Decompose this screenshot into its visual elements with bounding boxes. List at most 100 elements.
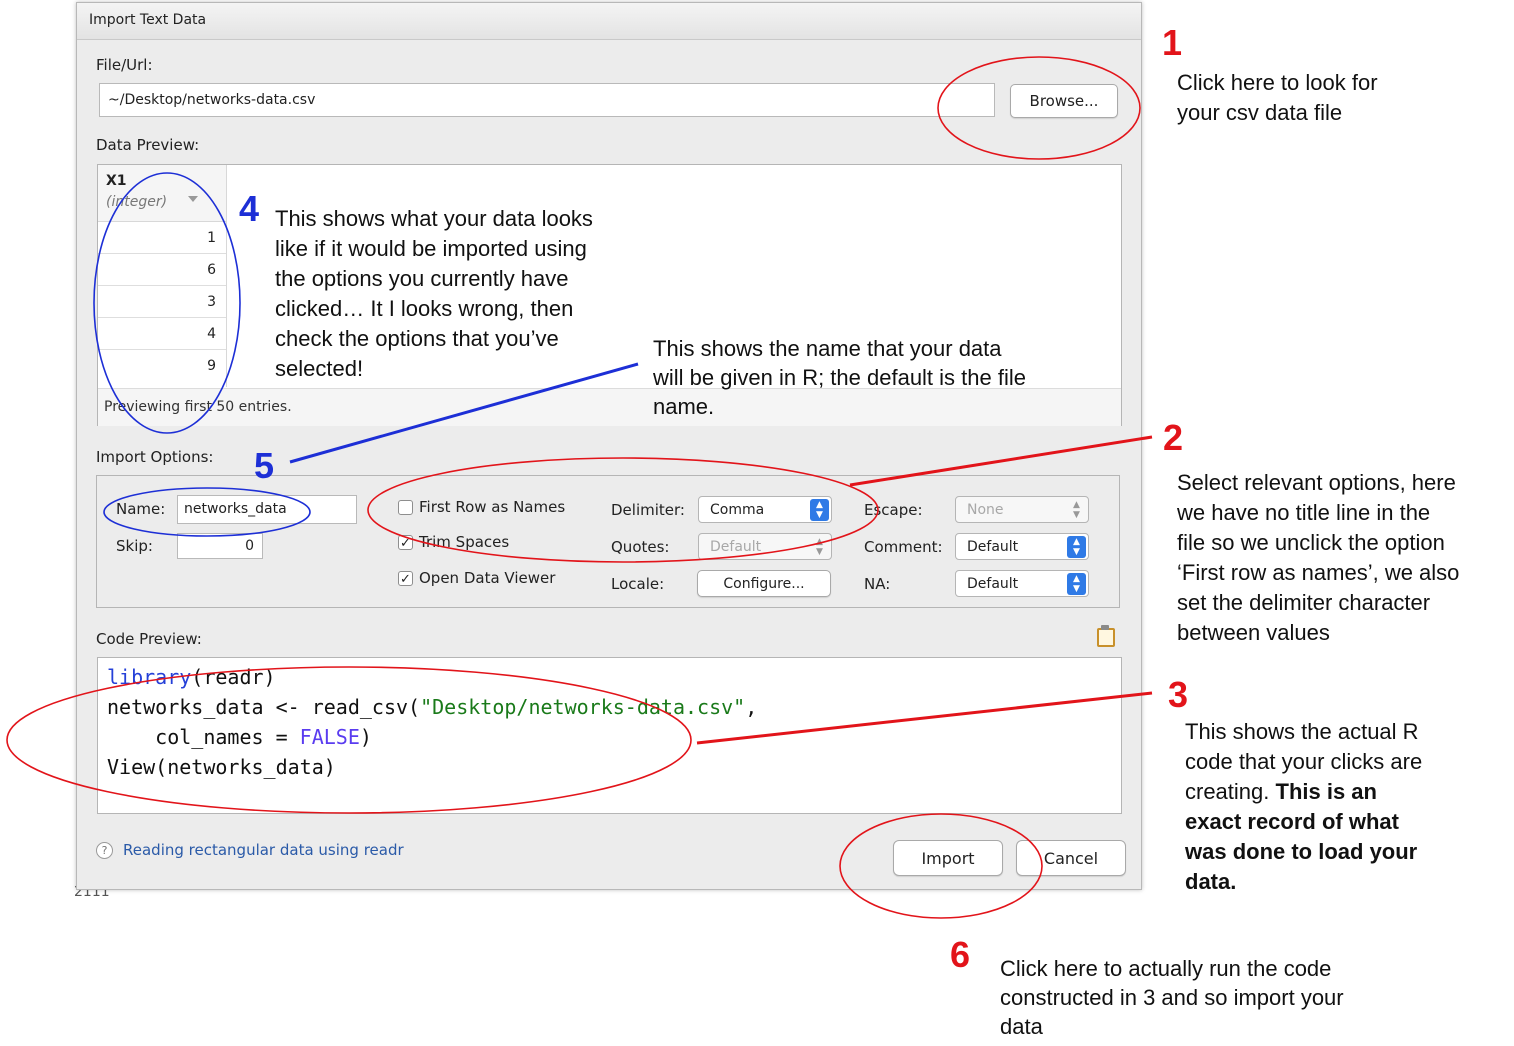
data-preview-label: Data Preview: [96,136,200,154]
annotation-line: your csv data file [1177,100,1343,125]
annotation-bold: This is an [1275,779,1377,804]
annotation-line: Select relevant options, here [1177,470,1456,495]
annotation-line: This shows the actual R [1185,719,1419,744]
locale-label: Locale: [611,575,665,593]
annotation-line: code that your clicks are [1185,749,1423,774]
quotes-select[interactable]: Default ▲ ▼ [698,533,832,560]
cancel-button[interactable]: Cancel [1016,840,1126,876]
na-label: NA: [864,575,891,593]
select-arrows-icon: ▲ ▼ [810,499,829,521]
annotation-line: selected! [275,356,364,381]
code-constant: FALSE [299,725,360,749]
table-row: 1 [98,222,226,254]
annotation-line: Click here to actually run the code [1000,956,1332,981]
open-data-viewer-label: Open Data Viewer [419,569,556,587]
select-arrows-icon: ▲ ▼ [816,537,823,557]
trim-spaces-label: Trim Spaces [419,533,510,551]
name-label: Name: [116,500,166,518]
annotation-bold-line: data. [1185,869,1237,894]
comment-label: Comment: [864,538,943,556]
quotes-value: Default [710,538,762,555]
annotation-6-text: Click here to actually run the code cons… [1000,954,1344,1041]
annotation-line: data [1000,1014,1043,1039]
first-row-names-label: First Row as Names [419,498,566,516]
code-preview-label: Code Preview: [96,630,202,648]
quotes-label: Quotes: [611,538,670,556]
annotation-number-5: 5 [254,445,275,486]
code-line-4: View(networks_data) [107,755,336,779]
code-line-2: networks_data <- read_csv("Desktop/netwo… [107,695,757,719]
annotation-3-text: This shows the actual R code that your c… [1185,717,1422,897]
code-text: col_names = [107,725,300,749]
name-input[interactable]: networks_data [177,495,357,524]
escape-value: None [967,501,1004,518]
annotation-5-text: This shows the name that your data will … [653,334,1026,421]
skip-value: 0 [245,538,254,554]
file-url-value: ~/Desktop/networks-data.csv [108,92,316,108]
comment-select[interactable]: Default ▲ ▼ [955,533,1089,560]
select-arrows-icon: ▲ ▼ [1067,536,1086,558]
column-type: (integer) [106,194,168,210]
table-row: 4 [98,318,226,350]
column-header[interactable]: X1 (integer) [98,165,226,222]
annotation-line: clicked… It I looks wrong, then [275,296,574,321]
import-button[interactable]: Import [893,840,1003,876]
annotation-4-text: This shows what your data looks like if … [275,204,593,384]
file-url-input[interactable]: ~/Desktop/networks-data.csv [99,83,995,117]
skip-input[interactable]: 0 [177,533,263,559]
open-data-viewer-checkbox[interactable]: ✓ [398,571,413,586]
select-arrows-icon: ▲ ▼ [1073,500,1080,520]
annotation-line: name. [653,394,715,419]
skip-label: Skip: [116,537,153,555]
annotation-line: Click here to look for [1177,70,1378,95]
code-text: ) [359,725,372,749]
annotation-bold-line: exact record of what [1185,809,1399,834]
annotation-bold-line: was done to load your [1185,839,1418,864]
code-text: (readr) [191,665,276,689]
annotation-line: like if it would be imported using [275,236,587,261]
annotation-line-mixed: creating. This is an [1185,777,1422,807]
table-row: 3 [98,286,226,318]
code-string: "Desktop/networks-data.csv" [420,695,746,719]
annotation-2-text: Select relevant options, here we have no… [1177,468,1459,648]
annotation-line: the options you currently have [275,266,569,291]
annotation-line: set the delimiter character [1177,590,1431,615]
annotation-number-3: 3 [1168,674,1189,715]
chevron-down-icon[interactable] [188,196,198,202]
select-arrows-icon: ▲ ▼ [1067,573,1086,595]
help-icon[interactable]: ? [96,842,113,859]
table-row: 6 [98,254,226,286]
first-row-names-checkbox[interactable] [398,500,413,515]
code-line-1: library(readr) [107,665,276,689]
code-function: library [107,665,192,689]
annotation-number-4: 4 [239,188,260,229]
annotation-line: between values [1177,620,1330,645]
annotation-number-2: 2 [1163,417,1184,458]
annotation-line: This shows the name that your data [653,336,1002,361]
code-line-3: col_names = FALSE) [107,725,372,749]
trim-spaces-checkbox[interactable]: ✓ [398,535,413,550]
escape-select[interactable]: None ▲ ▼ [955,496,1089,523]
help-link[interactable]: Reading rectangular data using readr [123,841,404,859]
escape-label: Escape: [864,501,923,519]
annotation-line: will be given in R; the default is the f… [653,365,1026,390]
annotation-number-6: 6 [950,934,971,975]
dialog-titlebar [77,3,1141,40]
dialog-title: Import Text Data [89,12,207,28]
code-text: , [745,695,758,719]
import-options-label: Import Options: [96,448,214,466]
browse-button[interactable]: Browse... [1010,84,1118,118]
annotation-line: ‘First row as names’, we also [1177,560,1460,585]
clipboard-icon[interactable] [1096,625,1115,647]
delimiter-value: Comma [710,501,765,518]
na-select[interactable]: Default ▲ ▼ [955,570,1089,597]
annotation-1-text: Click here to look for your csv data fil… [1177,68,1378,128]
comment-value: Default [967,538,1019,555]
configure-button[interactable]: Configure... [697,570,831,597]
table-row: 9 [207,358,216,374]
delimiter-select[interactable]: Comma ▲ ▼ [698,496,832,523]
name-value: networks_data [184,501,287,517]
annotation-line: we have no title line in the [1177,500,1431,525]
annotation-line: constructed in 3 and so import your [1000,985,1344,1010]
preview-status: Previewing first 50 entries. [104,399,292,415]
